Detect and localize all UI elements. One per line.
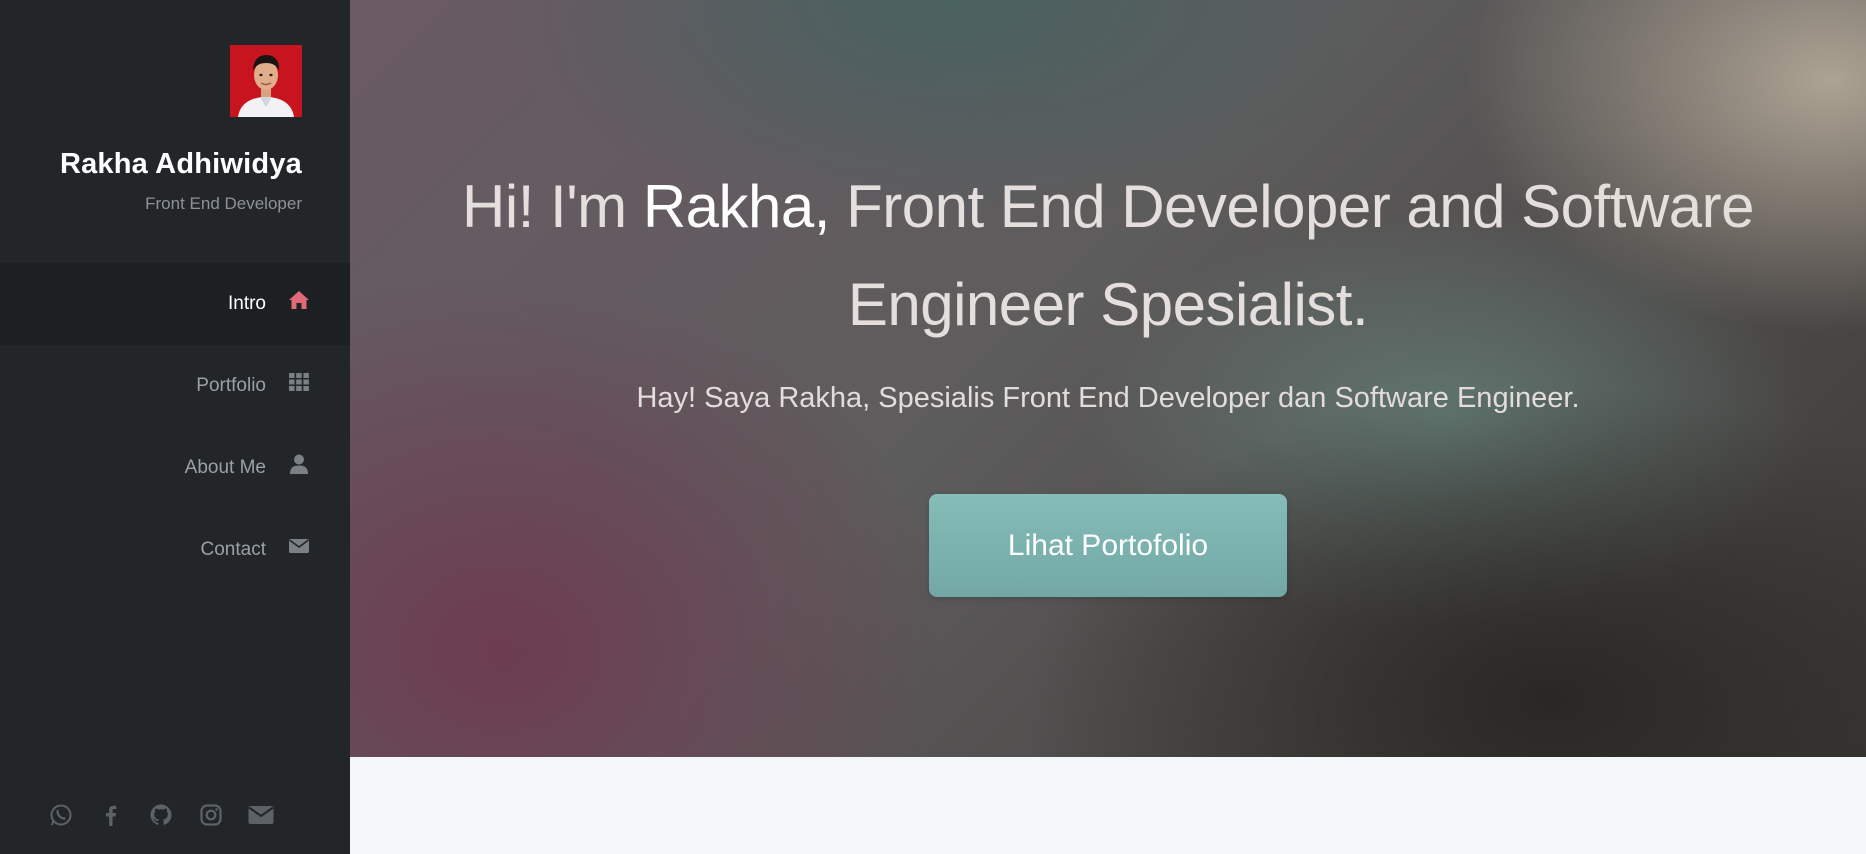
profile-role: Front End Developer (145, 194, 302, 213)
profile-block: Rakha Adhiwidya Front End Developer (0, 0, 350, 263)
hero-title-name: Rakha, (642, 173, 831, 240)
avatar (230, 45, 302, 117)
home-icon (288, 289, 310, 311)
sidebar-item-portfolio[interactable]: Portfolio (0, 345, 350, 427)
profile-name: Rakha Adhiwidya (59, 148, 302, 180)
sidebar-nav: Intro Portfolio About Me Contact (0, 263, 350, 591)
sidebar-item-label: Intro (227, 293, 266, 314)
hero-title: Hi! I'm Rakha, Front End Developer and S… (460, 158, 1756, 354)
hero-title-prefix: Hi! I'm (462, 173, 643, 240)
hero-subtitle: Hay! Saya Rakha, Spesialis Front End Dev… (636, 382, 1580, 414)
sidebar-item-label: Portfolio (196, 375, 266, 396)
sidebar: Rakha Adhiwidya Front End Developer Intr… (0, 0, 350, 854)
instagram-icon[interactable] (198, 802, 224, 828)
sidebar-item-about-me[interactable]: About Me (0, 427, 350, 509)
email-icon[interactable] (248, 802, 274, 828)
social-links (48, 802, 274, 828)
github-icon[interactable] (148, 802, 174, 828)
sidebar-item-label: Contact (200, 539, 266, 560)
next-section (350, 757, 1866, 854)
user-icon (288, 453, 310, 475)
sidebar-item-label: About Me (184, 457, 266, 478)
hero-content: Hi! I'm Rakha, Front End Developer and S… (350, 0, 1866, 757)
whatsapp-icon[interactable] (48, 802, 74, 828)
sidebar-item-contact[interactable]: Contact (0, 509, 350, 591)
hero-title-rest: Front End Developer and Software Enginee… (829, 173, 1754, 338)
hero-section: Hi! I'm Rakha, Front End Developer and S… (350, 0, 1866, 757)
envelope-icon (288, 535, 310, 557)
view-portfolio-button[interactable]: Lihat Portofolio (929, 494, 1287, 597)
sidebar-item-intro[interactable]: Intro (0, 263, 350, 345)
facebook-icon[interactable] (98, 802, 124, 828)
grid-icon (288, 371, 310, 393)
